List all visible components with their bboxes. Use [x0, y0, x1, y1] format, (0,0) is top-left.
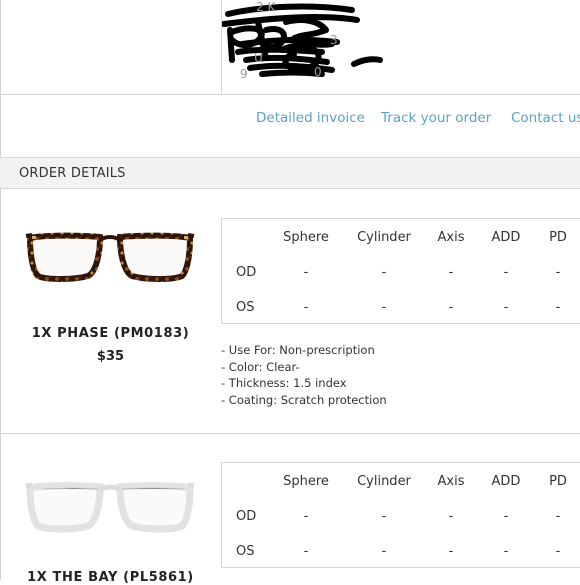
- rx-value: -: [448, 509, 454, 524]
- rx-value: -: [381, 509, 387, 524]
- contact-us-link[interactable]: Contact us: [511, 110, 580, 126]
- rx-row-os: OS - - - - -: [222, 544, 580, 564]
- rx-value: -: [555, 300, 561, 315]
- rx-header-pd: PD: [549, 230, 567, 245]
- glasses-tortoise-image: [25, 232, 195, 282]
- rx-value: -: [303, 265, 309, 280]
- svg-text:3: 3: [330, 33, 338, 47]
- detail-color: - Color: Clear-: [221, 359, 300, 374]
- svg-text:U: U: [254, 51, 263, 65]
- rx-value: -: [303, 300, 309, 315]
- rx-value: -: [448, 300, 454, 315]
- glasses-clear-image: [25, 482, 195, 533]
- rx-header-axis: Axis: [437, 474, 465, 489]
- order-details-header: ORDER DETAILS: [0, 157, 580, 189]
- rx-header-cylinder: Cylinder: [357, 230, 411, 245]
- rx-value: -: [381, 300, 387, 315]
- prescription-table: Sphere Cylinder Axis ADD PD OD - - - - -…: [221, 462, 580, 568]
- rx-value: -: [503, 544, 509, 559]
- rx-header-row: Sphere Cylinder Axis ADD PD: [222, 474, 580, 494]
- rx-value: -: [555, 265, 561, 280]
- detail-use-for: - Use For: Non-prescription: [221, 343, 375, 357]
- svg-text:9: 9: [240, 67, 248, 81]
- prescription-table: Sphere Cylinder Axis ADD PD OD - - - - -…: [221, 218, 580, 324]
- rx-value: -: [303, 509, 309, 524]
- rx-eye-label: OS: [236, 300, 255, 315]
- rx-value: -: [555, 509, 561, 524]
- rx-header-cylinder: Cylinder: [357, 474, 411, 489]
- svg-text:0: 0: [314, 65, 322, 79]
- rx-value: -: [381, 265, 387, 280]
- product-name: 1X THE BAY (PL5861): [27, 570, 194, 585]
- detail-coating: - Coating: Scratch protection: [221, 392, 387, 407]
- rx-header-sphere: Sphere: [283, 230, 329, 245]
- product-details: - Use For: Non-prescription - Color: Cle…: [221, 342, 387, 408]
- rx-value: -: [448, 544, 454, 559]
- rx-eye-label: OD: [236, 265, 257, 280]
- rx-value: -: [503, 509, 509, 524]
- rx-value: -: [448, 265, 454, 280]
- product-price: $35: [96, 349, 125, 364]
- rx-value: -: [303, 544, 309, 559]
- svg-text:2 K: 2 K: [256, 0, 276, 14]
- rx-header-add: ADD: [491, 474, 521, 489]
- rx-header-row: Sphere Cylinder Axis ADD PD: [222, 230, 580, 250]
- rx-header-axis: Axis: [437, 230, 465, 245]
- rx-eye-label: OS: [236, 544, 255, 559]
- order-links: Detailed invoice Track your order Contac…: [0, 110, 580, 130]
- rx-value: -: [555, 544, 561, 559]
- rx-row-os: OS - - - - -: [222, 300, 580, 320]
- track-order-link[interactable]: Track your order: [381, 110, 491, 126]
- rx-value: -: [503, 265, 509, 280]
- detail-thickness: - Thickness: 1.5 index: [221, 376, 347, 391]
- rx-header-pd: PD: [549, 474, 567, 489]
- section-title: ORDER DETAILS: [19, 166, 126, 181]
- rx-value: -: [503, 300, 509, 315]
- rx-row-od: OD - - - - -: [222, 509, 580, 529]
- order-item: 1X THE BAY (PL5861) Sphere Cylinder Axis…: [0, 434, 580, 585]
- rx-header-add: ADD: [491, 230, 521, 245]
- rx-row-od: OD - - - - -: [222, 265, 580, 285]
- order-item: 1X PHASE (PM0183) $35 Sphere Cylinder Ax…: [0, 190, 580, 433]
- product-name: 1X PHASE (PM0183): [31, 326, 190, 341]
- rx-value: -: [381, 544, 387, 559]
- detailed-invoice-link[interactable]: Detailed invoice: [256, 110, 365, 126]
- rx-eye-label: OD: [236, 509, 257, 524]
- shipping-address-redacted: 2 K 3 U 9 0: [222, 0, 580, 95]
- header-divider: [0, 94, 580, 95]
- rx-header-sphere: Sphere: [283, 474, 329, 489]
- redaction-scribble: 2 K 3 U 9 0: [222, 0, 383, 81]
